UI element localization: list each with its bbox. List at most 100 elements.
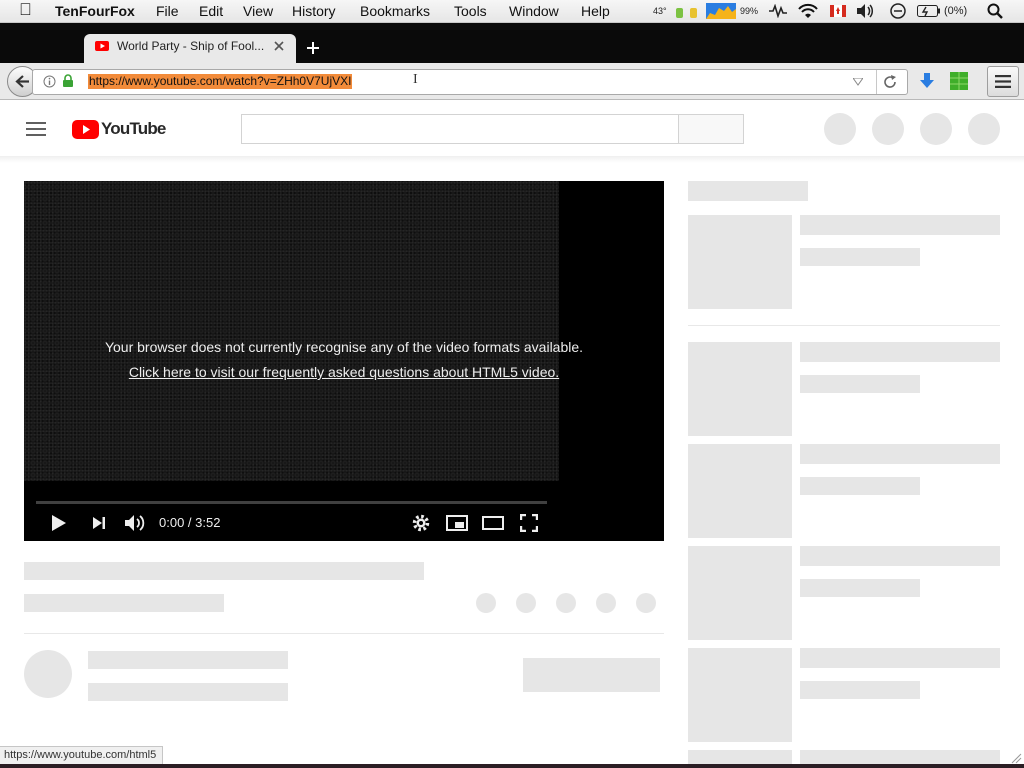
guide-menu-icon[interactable] <box>26 122 46 136</box>
battery-label: (0%) <box>944 5 968 17</box>
progress-bar[interactable] <box>36 501 547 504</box>
tab-close-icon[interactable] <box>274 41 284 51</box>
youtube-favicon-icon <box>95 41 109 51</box>
thumbnail-placeholder <box>688 648 792 742</box>
video-meta-placeholder <box>800 375 920 393</box>
url-divider <box>876 70 877 94</box>
menu-tools[interactable]: Tools <box>454 2 487 20</box>
menu-view[interactable]: View <box>243 2 273 20</box>
activity-icon[interactable] <box>769 4 787 18</box>
thumbnail-placeholder <box>688 342 792 436</box>
miniplayer-icon[interactable] <box>446 515 468 531</box>
resize-grip-icon[interactable] <box>1010 752 1022 764</box>
action-placeholder-circle <box>556 593 576 613</box>
battery-icon[interactable] <box>917 5 941 17</box>
video-title-placeholder <box>800 546 1000 566</box>
youtube-play-logo-icon <box>72 120 99 139</box>
views-placeholder <box>24 594 224 612</box>
youtube-search-input[interactable] <box>241 114 678 144</box>
tab-title: World Party - Ship of Fool... <box>117 39 265 53</box>
header-shadow <box>0 157 1024 163</box>
action-placeholder-circle <box>516 593 536 613</box>
info-icon[interactable] <box>43 75 56 88</box>
volume-icon[interactable] <box>857 4 875 18</box>
upnext-header-placeholder <box>688 181 808 201</box>
menu-file[interactable]: File <box>156 2 179 20</box>
title-placeholder <box>24 562 424 580</box>
time-display: 0:00 / 3:52 <box>159 515 221 530</box>
app-menu-button[interactable] <box>987 66 1019 97</box>
temperature-label: 43° <box>653 6 667 16</box>
channel-avatar-placeholder <box>24 650 72 698</box>
thumbnail-placeholder <box>688 215 792 309</box>
url-text[interactable]: https://www.youtube.com/watch?v=ZHh0V7Uj… <box>88 74 353 89</box>
html5-faq-link[interactable]: Click here to visit our frequently asked… <box>129 364 559 380</box>
video-title-placeholder <box>800 444 1000 464</box>
canada-flag-icon[interactable] <box>830 5 846 17</box>
thumbnail-placeholder <box>688 444 792 538</box>
status-bar-url: https://www.youtube.com/html5 <box>0 746 164 764</box>
header-placeholder-circle <box>872 113 904 145</box>
menu-bar:  TenFourFox File Edit View History Book… <box>0 0 1024 23</box>
action-placeholder-circle <box>476 593 496 613</box>
menu-history[interactable]: History <box>292 2 336 20</box>
header-placeholder-circle <box>968 113 1000 145</box>
static-noise-area <box>24 181 559 481</box>
addon-green-icon[interactable] <box>950 72 968 90</box>
video-title-placeholder <box>800 648 1000 668</box>
dropdown-arrow-icon[interactable] <box>853 78 863 86</box>
play-icon[interactable] <box>51 514 67 532</box>
apple-icon[interactable]:  <box>19 1 32 19</box>
cpu-graph-icon[interactable] <box>706 3 736 19</box>
theater-mode-icon[interactable] <box>482 516 504 530</box>
subscribe-button-placeholder <box>523 658 660 692</box>
divider <box>24 633 664 634</box>
app-menu[interactable]: TenFourFox <box>55 2 135 20</box>
volume-icon[interactable] <box>124 514 146 532</box>
status-green-icon <box>676 8 683 18</box>
menu-bookmarks[interactable]: Bookmarks <box>360 2 430 20</box>
window-bottom-edge <box>0 764 1024 768</box>
video-player[interactable]: Your browser does not currently recognis… <box>24 181 664 541</box>
video-title-placeholder <box>800 342 1000 362</box>
text-cursor-icon: I <box>413 72 418 87</box>
fullscreen-icon[interactable] <box>520 514 538 532</box>
next-icon[interactable] <box>92 516 106 530</box>
channel-name-placeholder <box>88 651 288 669</box>
url-bar[interactable]: https://www.youtube.com/watch?v=ZHh0V7Uj… <box>32 69 908 95</box>
spotlight-search-icon[interactable] <box>987 3 1003 19</box>
video-title-placeholder <box>800 750 1000 764</box>
settings-gear-icon[interactable] <box>412 514 430 532</box>
wifi-icon[interactable] <box>798 3 818 19</box>
lock-icon[interactable] <box>62 74 74 88</box>
youtube-header: YouTube <box>0 100 1024 157</box>
youtube-wordmark: YouTube <box>101 119 166 138</box>
menu-window[interactable]: Window <box>509 2 559 20</box>
reload-icon[interactable] <box>883 75 897 89</box>
divider <box>688 325 1000 326</box>
percent-label: 99% <box>740 6 759 16</box>
menu-help[interactable]: Help <box>581 2 610 20</box>
video-title-placeholder <box>800 215 1000 235</box>
video-meta-placeholder <box>800 248 920 266</box>
video-meta-placeholder <box>800 477 920 495</box>
video-meta-placeholder <box>800 579 920 597</box>
menu-edit[interactable]: Edit <box>199 2 223 20</box>
new-tab-plus-icon[interactable] <box>306 41 320 55</box>
download-arrow-icon[interactable] <box>918 72 936 90</box>
hamburger-menu-icon <box>995 75 1011 88</box>
tab-youtube[interactable]: World Party - Ship of Fool... <box>84 34 296 64</box>
thumbnail-placeholder <box>688 750 792 764</box>
header-placeholder-circle <box>824 113 856 145</box>
header-placeholder-circle <box>920 113 952 145</box>
status-yellow-icon <box>690 8 697 18</box>
error-message: Your browser does not currently recognis… <box>104 339 584 355</box>
back-arrow-icon <box>15 75 29 88</box>
thumbnail-placeholder <box>688 546 792 640</box>
channel-subs-placeholder <box>88 683 288 701</box>
video-meta-placeholder <box>800 681 920 699</box>
youtube-search-button[interactable] <box>678 114 744 144</box>
clock-icon[interactable] <box>890 3 906 19</box>
action-placeholder-circle <box>636 593 656 613</box>
action-placeholder-circle <box>596 593 616 613</box>
